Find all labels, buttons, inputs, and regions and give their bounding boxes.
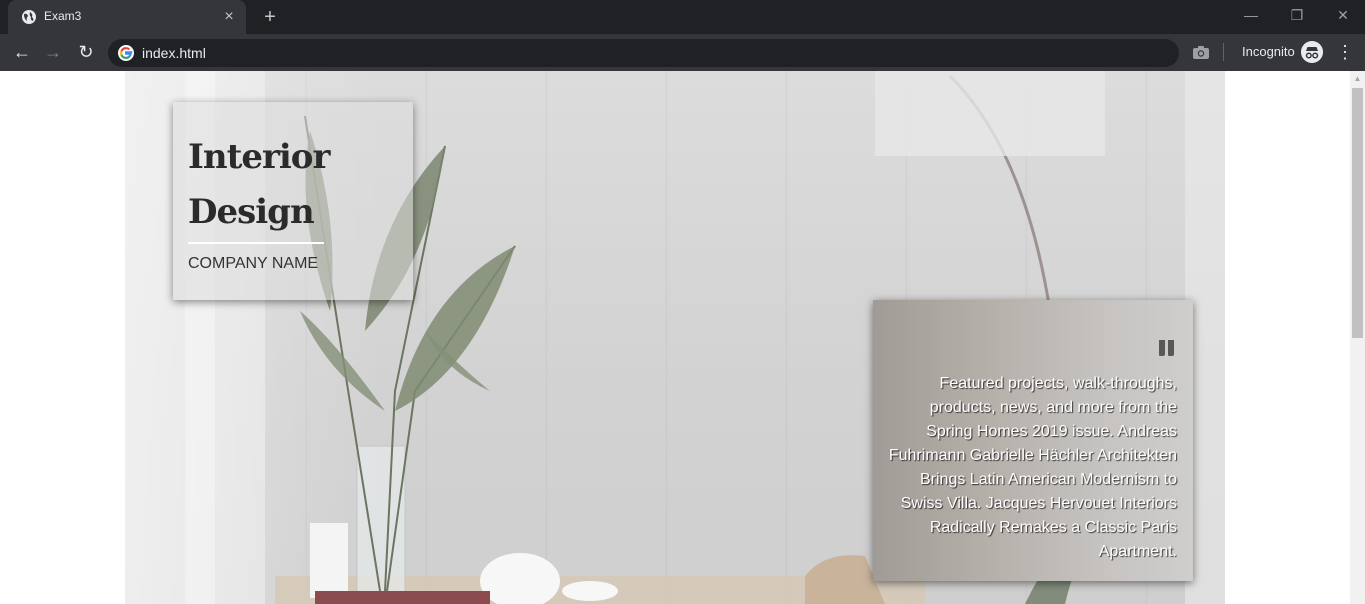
back-button[interactable]: ← xyxy=(10,40,34,64)
tab-strip: Exam3 × + — ❐ ✕ xyxy=(0,0,1365,34)
quote-text: Featured projects, walk-throughs, produc… xyxy=(888,375,1177,560)
forward-button[interactable]: → xyxy=(41,40,65,64)
url-text: index.html xyxy=(142,45,206,61)
page-viewport: Interior Design COMPANY NAME Featured pr… xyxy=(0,71,1350,604)
title-line-1: Interior xyxy=(188,137,330,177)
google-icon xyxy=(118,45,134,61)
quote-card: Featured projects, walk-throughs, produc… xyxy=(873,300,1193,581)
scrollbar-thumb[interactable] xyxy=(1352,88,1363,338)
title-card: Interior Design COMPANY NAME xyxy=(173,102,413,300)
close-window-button[interactable]: ✕ xyxy=(1320,0,1365,30)
maximize-button[interactable]: ❐ xyxy=(1274,0,1320,30)
title-divider xyxy=(188,242,324,244)
browser-toolbar: ← → ↻ index.html Incognito ⋮ xyxy=(0,34,1365,71)
minimize-button[interactable]: — xyxy=(1228,0,1274,30)
scroll-up-arrow-icon[interactable]: ▲ xyxy=(1350,73,1365,85)
address-bar[interactable]: index.html xyxy=(108,39,1179,67)
company-name: COMPANY NAME xyxy=(188,255,319,272)
toolbar-divider xyxy=(1223,43,1224,61)
incognito-icon[interactable] xyxy=(1301,41,1323,63)
tab-close-button[interactable]: × xyxy=(220,8,238,26)
reload-button[interactable]: ↻ xyxy=(74,40,98,64)
vertical-scrollbar[interactable]: ▲ xyxy=(1350,71,1365,604)
camera-icon[interactable] xyxy=(1192,44,1210,60)
globe-icon xyxy=(22,10,36,24)
tab-exam3[interactable]: Exam3 × xyxy=(8,0,246,34)
title-line-2: Design xyxy=(188,192,315,232)
browser-menu-button[interactable]: ⋮ xyxy=(1336,41,1354,63)
hero-section: Interior Design COMPANY NAME Featured pr… xyxy=(125,71,1225,604)
quote-icon xyxy=(1159,340,1174,356)
page-title: Interior Design xyxy=(188,130,388,240)
tab-title: Exam3 xyxy=(44,9,82,23)
incognito-label[interactable]: Incognito xyxy=(1242,44,1295,59)
new-tab-button[interactable]: + xyxy=(260,7,280,27)
